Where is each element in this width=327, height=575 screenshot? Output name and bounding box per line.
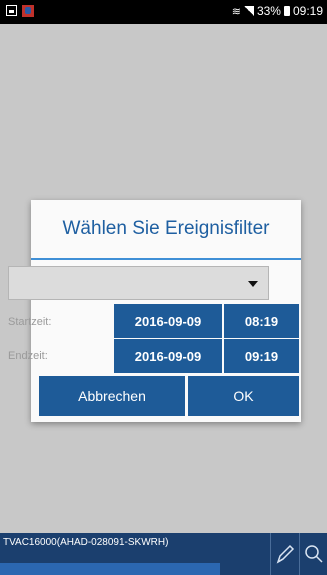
battery-percent: 33% [256,4,281,18]
gallery-icon [6,5,17,16]
pencil-icon [276,544,295,564]
progress-bar [0,563,220,575]
start-time-label: Startzeit: [8,316,52,328]
event-type-dropdown[interactable] [8,266,269,300]
battery-icon [283,6,290,16]
chevron-down-icon [248,281,258,287]
clock: 09:19 [292,4,323,18]
notification-icons [6,5,34,17]
dialog-title: Wählen Sie Ereignisfilter [62,218,270,239]
start-time-field[interactable]: 08:19 [224,304,299,338]
wifi-icon: ≋ [231,5,241,18]
cancel-button[interactable]: Abbrechen [39,376,185,416]
end-date-field[interactable]: 2016-09-09 [114,339,222,373]
status-indicators: ≋ 33% 09:19 [232,4,323,18]
edit-button[interactable] [270,533,299,575]
device-name: TVAC16000(AHAD-028091-SKWRH) [3,537,169,548]
status-bar: ≋ 33% 09:19 [0,0,327,24]
title-divider [31,258,301,260]
search-icon [305,545,323,563]
end-time-label: Endzeit: [8,350,48,362]
end-time-field[interactable]: 09:19 [224,339,299,373]
signal-icon [243,6,254,16]
search-button[interactable] [299,533,327,575]
start-date-field[interactable]: 2016-09-09 [114,304,222,338]
app-notification-icon [22,5,34,17]
ok-button[interactable]: OK [188,376,299,416]
